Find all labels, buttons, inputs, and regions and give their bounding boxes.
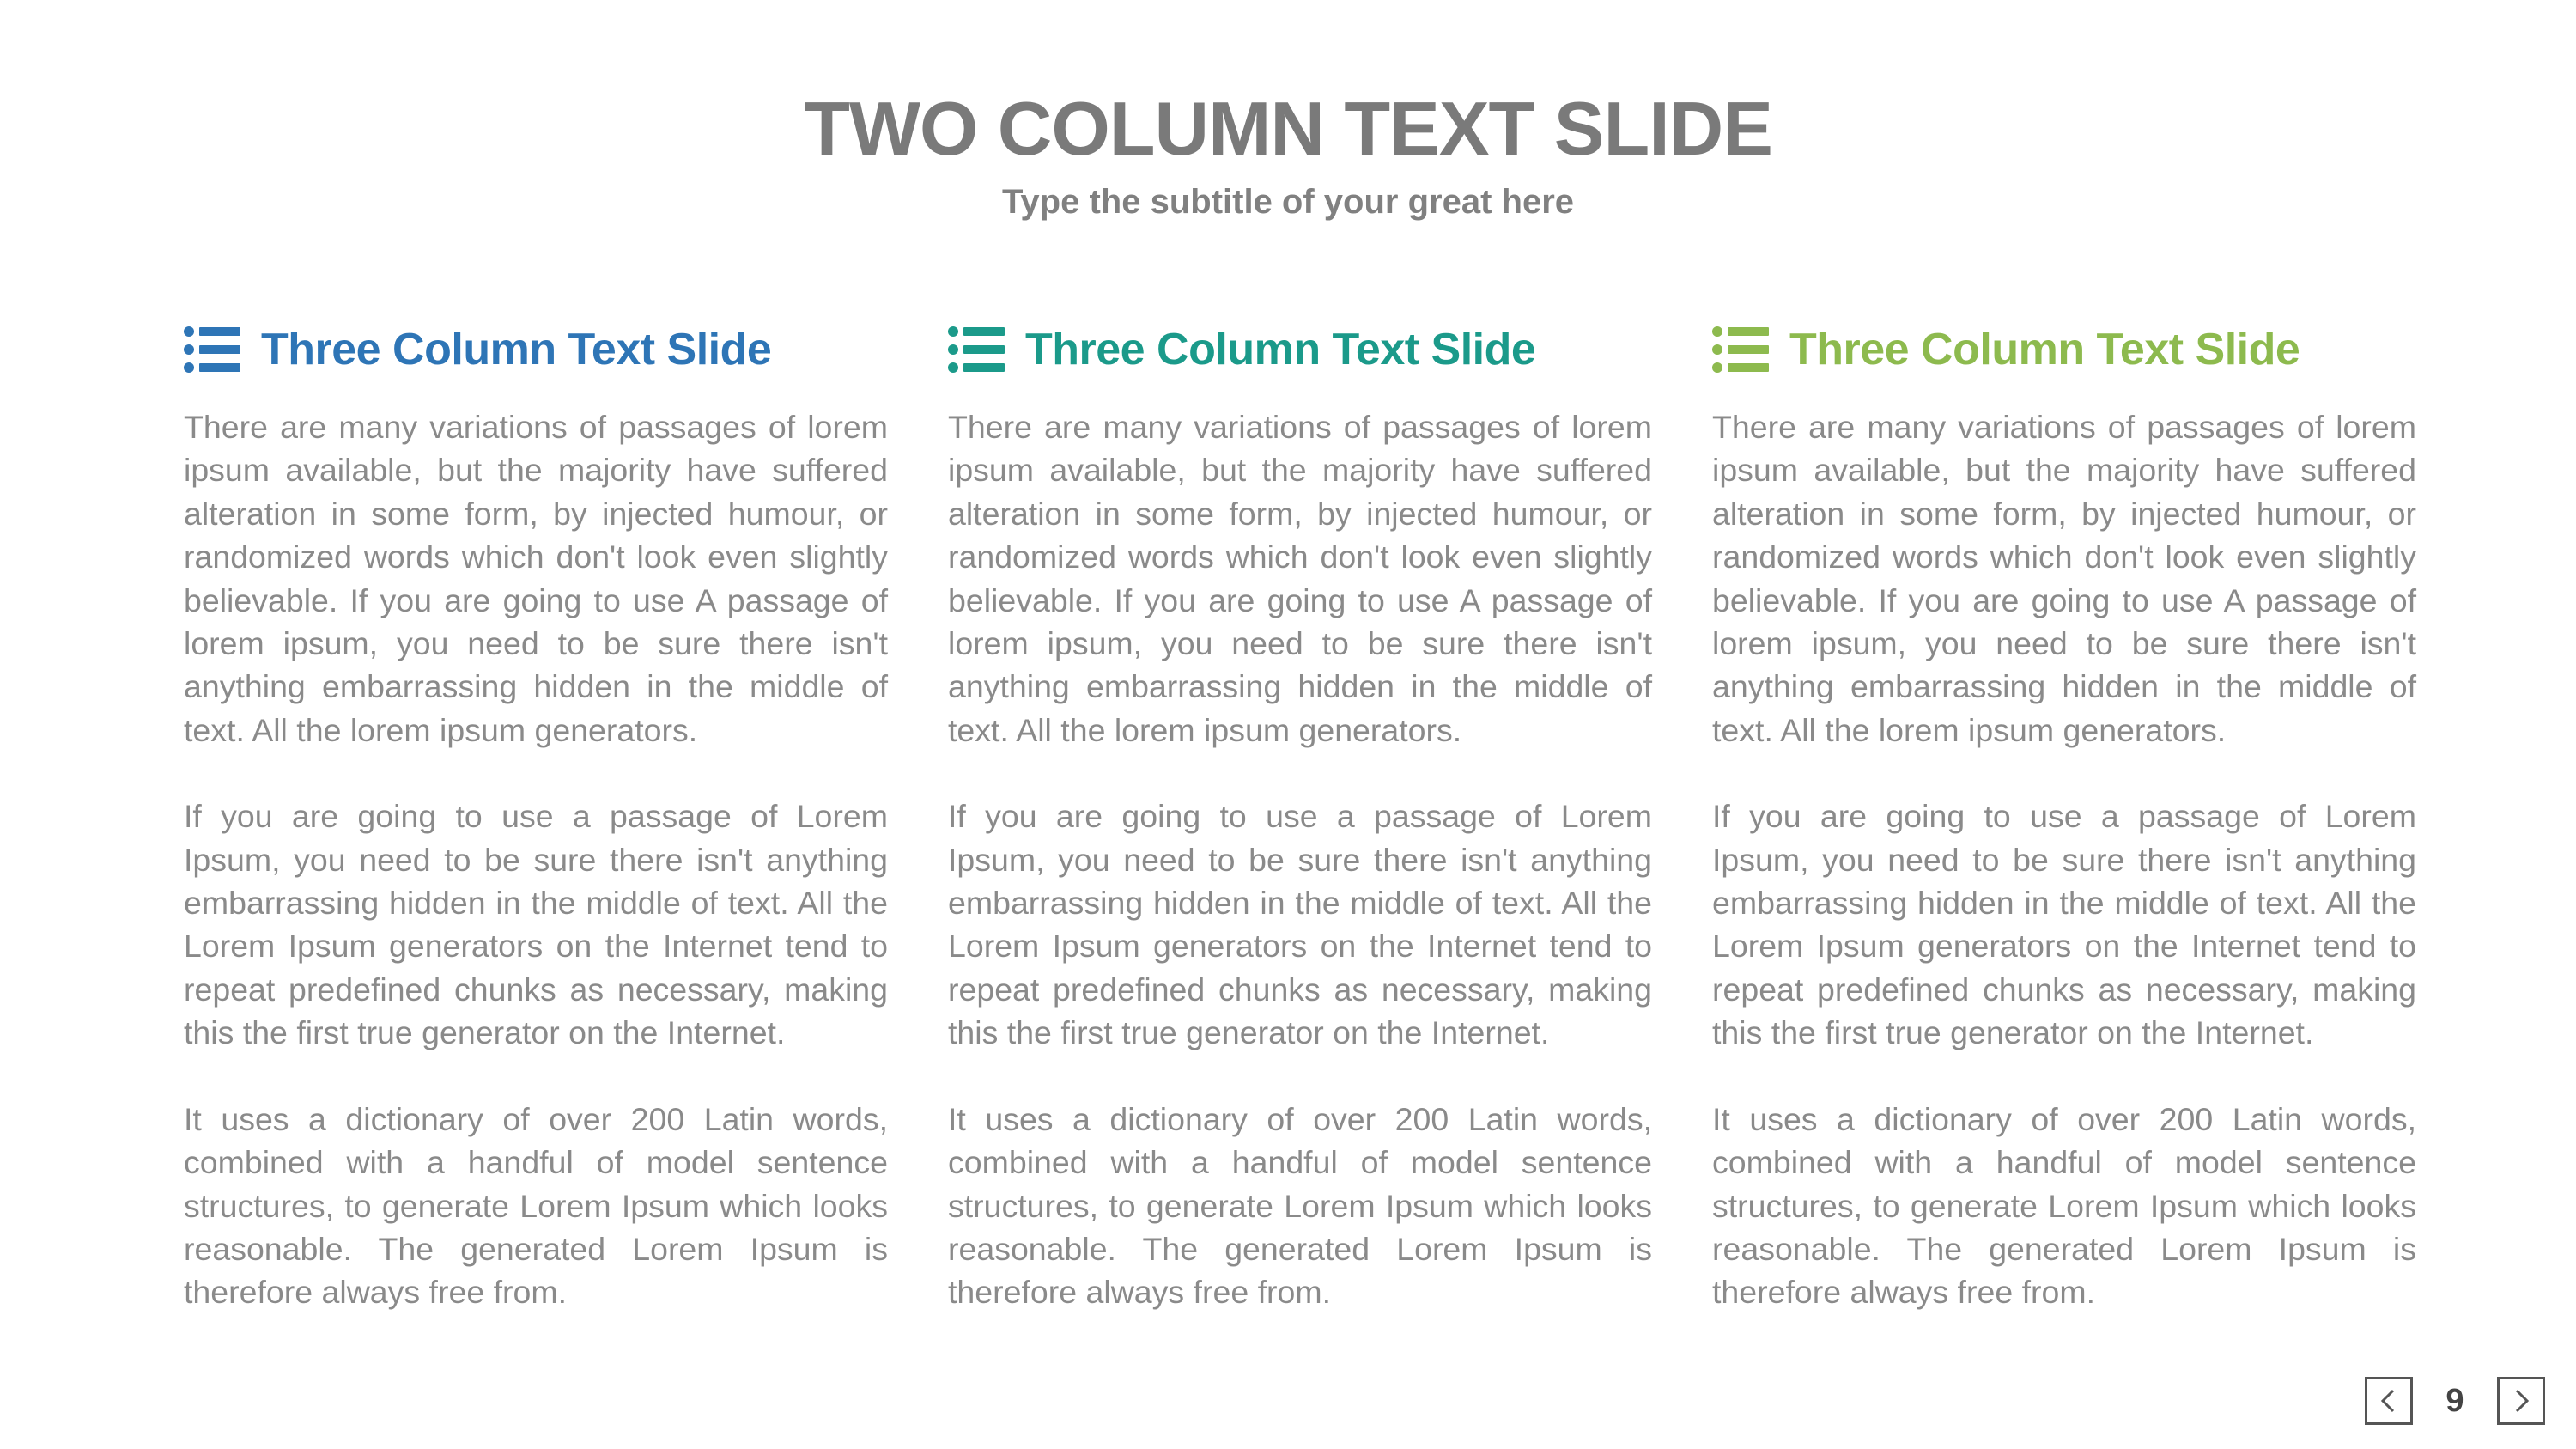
paragraph: There are many variations of passages of… <box>948 409 1652 748</box>
slide-title: TWO COLUMN TEXT SLIDE <box>804 86 1773 171</box>
paragraph: If you are going to use a passage of Lor… <box>184 798 888 1051</box>
chevron-left-icon <box>2374 1386 2403 1416</box>
chevron-right-icon <box>2506 1386 2536 1416</box>
paragraph: If you are going to use a passage of Lor… <box>1712 798 2416 1051</box>
text-column-1: Three Column Text Slide There are many v… <box>184 320 888 1357</box>
slide-subtitle: Type the subtitle of your great here <box>1001 183 1575 221</box>
previous-slide-button[interactable] <box>2365 1377 2413 1425</box>
column-heading: Three Column Text Slide <box>1712 320 2416 380</box>
page-number: 9 <box>2445 1383 2464 1419</box>
text-column-2: Three Column Text Slide There are many v… <box>948 320 1652 1357</box>
column-heading: Three Column Text Slide <box>184 320 888 380</box>
paragraph: It uses a dictionary of over 200 Latin w… <box>948 1100 1652 1311</box>
column-body: There are many variations of passages of… <box>948 405 1652 1314</box>
column-heading: Three Column Text Slide <box>948 320 1652 380</box>
column-heading-text: Three Column Text Slide <box>1789 325 2300 374</box>
column-heading-text: Three Column Text Slide <box>261 325 772 374</box>
list-icon <box>948 326 1005 374</box>
column-heading-text: Three Column Text Slide <box>1025 325 1536 374</box>
column-body: There are many variations of passages of… <box>1712 405 2416 1314</box>
paragraph: There are many variations of passages of… <box>184 409 888 748</box>
paragraph: It uses a dictionary of over 200 Latin w… <box>184 1100 888 1311</box>
text-column-3: Three Column Text Slide There are many v… <box>1712 320 2416 1357</box>
slide: TWO COLUMN TEXT SLIDE Type the subtitle … <box>0 0 2576 1449</box>
paragraph: If you are going to use a passage of Lor… <box>948 798 1652 1051</box>
column-body: There are many variations of passages of… <box>184 405 888 1314</box>
list-icon <box>1712 326 1769 374</box>
paragraph: It uses a dictionary of over 200 Latin w… <box>1712 1100 2416 1311</box>
paragraph: There are many variations of passages of… <box>1712 409 2416 748</box>
next-slide-button[interactable] <box>2497 1377 2545 1425</box>
slide-pager: 9 <box>2365 1375 2545 1427</box>
list-icon <box>184 326 240 374</box>
